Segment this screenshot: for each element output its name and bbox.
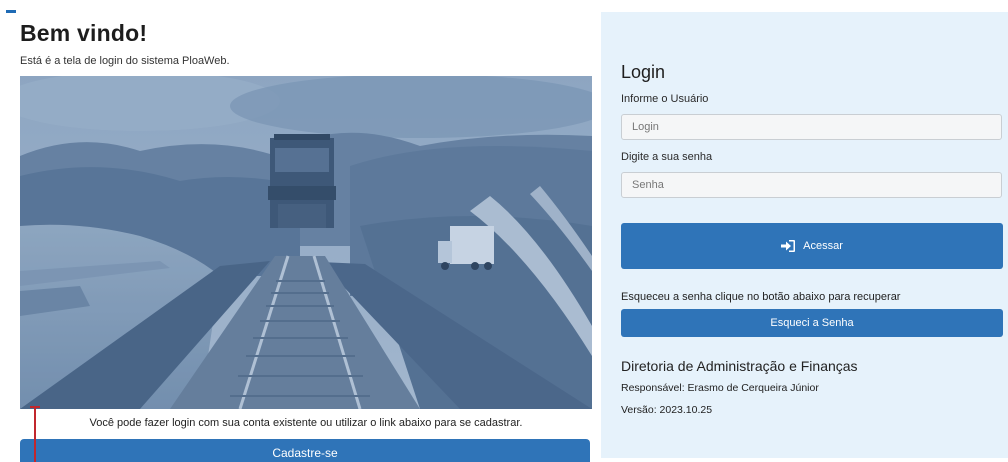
- corner-accent: [6, 10, 16, 13]
- login-panel: Login Informe o Usuário Digite a sua sen…: [601, 12, 1008, 458]
- forgot-password-button[interactable]: Esqueci a Senha: [621, 309, 1003, 337]
- username-input[interactable]: [621, 114, 1002, 140]
- user-label: Informe o Usuário: [621, 93, 709, 105]
- department-title: Diretoria de Administração e Finanças: [621, 358, 858, 374]
- hero-image: [20, 76, 592, 409]
- welcome-panel: Bem vindo! Está é a tela de login do sis…: [18, 12, 594, 462]
- responsible-text: Responsável: Erasmo de Cerqueira Júnior: [621, 382, 819, 394]
- sign-in-icon: [781, 240, 796, 252]
- welcome-title: Bem vindo!: [20, 20, 148, 46]
- login-submit-button[interactable]: Acessar: [621, 223, 1003, 269]
- signup-button[interactable]: Cadastre-se: [20, 439, 590, 462]
- version-text: Versão: 2023.10.25: [621, 404, 713, 416]
- login-submit-label: Acessar: [803, 240, 843, 252]
- forgot-password-text: Esqueceu a senha clique no botão abaixo …: [621, 291, 901, 303]
- welcome-subtitle: Está é a tela de login do sistema PloaWe…: [20, 55, 230, 67]
- login-page: Bem vindo! Está é a tela de login do sis…: [0, 0, 1008, 462]
- password-input[interactable]: [621, 172, 1002, 198]
- signup-info-text: Você pode fazer login com sua conta exis…: [89, 417, 523, 429]
- password-label: Digite a sua senha: [621, 151, 713, 163]
- railway-photo: [20, 76, 592, 409]
- login-title: Login: [621, 62, 666, 82]
- text-cursor-icon: [30, 406, 40, 462]
